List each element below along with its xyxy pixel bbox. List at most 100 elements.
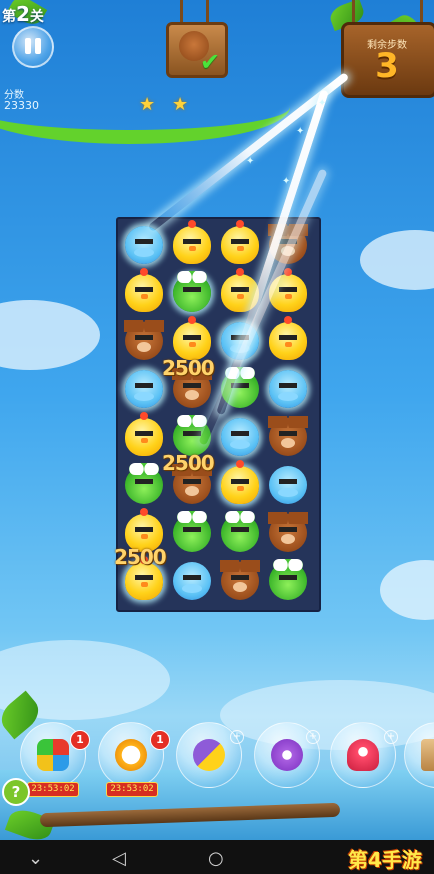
add-booster-icon[interactable]: + (306, 730, 320, 744)
frog-piece-icon (269, 559, 307, 600)
score-popup: 2500 (162, 356, 215, 380)
booster-timer: 23:53:02 (27, 782, 79, 797)
frog-piece-icon (173, 271, 211, 312)
board-cell[interactable] (218, 559, 262, 603)
piece-eyes (183, 431, 201, 436)
piece-eyes (231, 287, 249, 292)
piece-eyes (279, 383, 297, 388)
board-cell[interactable] (170, 559, 214, 603)
board-cell[interactable] (122, 223, 166, 267)
frog-piece-icon (221, 511, 259, 552)
add-booster-icon[interactable]: + (230, 730, 244, 744)
frog-piece-icon (173, 511, 211, 552)
board-cell[interactable] (122, 412, 166, 459)
cloud (360, 230, 434, 290)
nav-home-icon[interactable]: ○ (208, 848, 224, 869)
piece-eyes (183, 575, 201, 580)
piece-eyes (135, 527, 153, 532)
nav-menu-icon[interactable]: ⌄ (28, 848, 43, 869)
board-cell[interactable] (170, 220, 214, 267)
progress-star-icon: ★ (172, 94, 189, 115)
piece-eyes (279, 479, 297, 484)
bear-piece-icon (268, 512, 308, 552)
score-value: 23330 (4, 99, 39, 112)
piece-eyes (135, 335, 153, 340)
board-cell[interactable] (266, 511, 310, 555)
piece-eyes (183, 335, 201, 340)
board-cell[interactable] (170, 511, 214, 555)
rocket-icon (347, 739, 379, 771)
hippo-piece-icon (173, 562, 211, 600)
piece-eyes (183, 287, 201, 292)
sparkle-icon: ✦ (246, 156, 255, 167)
board-cell[interactable] (266, 316, 310, 363)
chick-piece-icon (221, 460, 259, 504)
board-cell[interactable] (218, 415, 262, 459)
chick-piece-icon (173, 220, 211, 264)
board-cell[interactable] (218, 460, 262, 507)
level-indicator: 第2关 (2, 2, 44, 26)
shuffle-icon (37, 739, 69, 771)
booster-count-badge: 1 (150, 730, 170, 750)
cloud (380, 560, 434, 620)
board-cell[interactable] (122, 463, 166, 507)
board-cell[interactable] (218, 220, 262, 267)
piece-eyes (279, 431, 297, 436)
cloud (0, 300, 100, 370)
piece-eyes (183, 527, 201, 532)
cloud (220, 680, 434, 750)
sparkle-icon: ✦ (318, 98, 327, 109)
pause-button[interactable] (12, 26, 54, 68)
nav-back-icon[interactable]: ◁ (112, 848, 126, 869)
board-cell[interactable] (266, 415, 310, 459)
bear-piece-icon (268, 416, 308, 456)
piece-eyes (231, 431, 249, 436)
add-booster-icon[interactable]: + (384, 730, 398, 744)
moves-value: 3 (375, 46, 399, 86)
scroll-icon (421, 739, 434, 771)
moves-rope (352, 0, 355, 24)
board-cell[interactable] (122, 319, 166, 363)
hippo-piece-icon (221, 418, 259, 456)
board-cell[interactable] (122, 367, 166, 411)
board-cell[interactable] (266, 559, 310, 603)
goal-rope (180, 0, 183, 24)
piece-eyes (135, 431, 153, 436)
chick-piece-icon (221, 220, 259, 264)
level-suffix: 关 (29, 9, 44, 25)
pause-icon (35, 38, 41, 54)
board-cell[interactable] (266, 463, 310, 507)
frog-piece-icon (125, 463, 163, 504)
booster-count-badge: 1 (70, 730, 90, 750)
piece-eyes (183, 383, 201, 388)
help-button[interactable]: ? (2, 778, 30, 806)
board-cell[interactable] (218, 511, 262, 555)
piece-eyes (183, 239, 201, 244)
watermark-logo: 第4手游 (348, 848, 422, 872)
board-cell[interactable] (122, 268, 166, 315)
piece-eyes (279, 575, 297, 580)
level-number: 2 (16, 2, 30, 26)
booster-timer: 23:53:02 (106, 782, 158, 797)
piece-eyes (135, 479, 153, 484)
piece-eyes (135, 239, 153, 244)
moves-rope (420, 0, 423, 24)
hippo-piece-icon (125, 226, 163, 264)
check-icon: ✔ (200, 48, 221, 76)
undo-clock-icon (115, 739, 147, 771)
swap-icon (193, 739, 225, 771)
bear-piece-icon (220, 560, 260, 600)
piece-eyes (183, 479, 201, 484)
board-cell[interactable] (266, 367, 310, 411)
piece-eyes (135, 287, 153, 292)
chick-piece-icon (125, 412, 163, 456)
piece-eyes (279, 335, 297, 340)
piece-eyes (279, 527, 297, 532)
chick-piece-icon (269, 316, 307, 360)
board-cell[interactable] (170, 271, 214, 315)
goal-rope (206, 0, 209, 24)
hippo-piece-icon (269, 466, 307, 504)
score-popup: 2500 (162, 451, 215, 475)
piece-eyes (231, 527, 249, 532)
piece-eyes (135, 383, 153, 388)
